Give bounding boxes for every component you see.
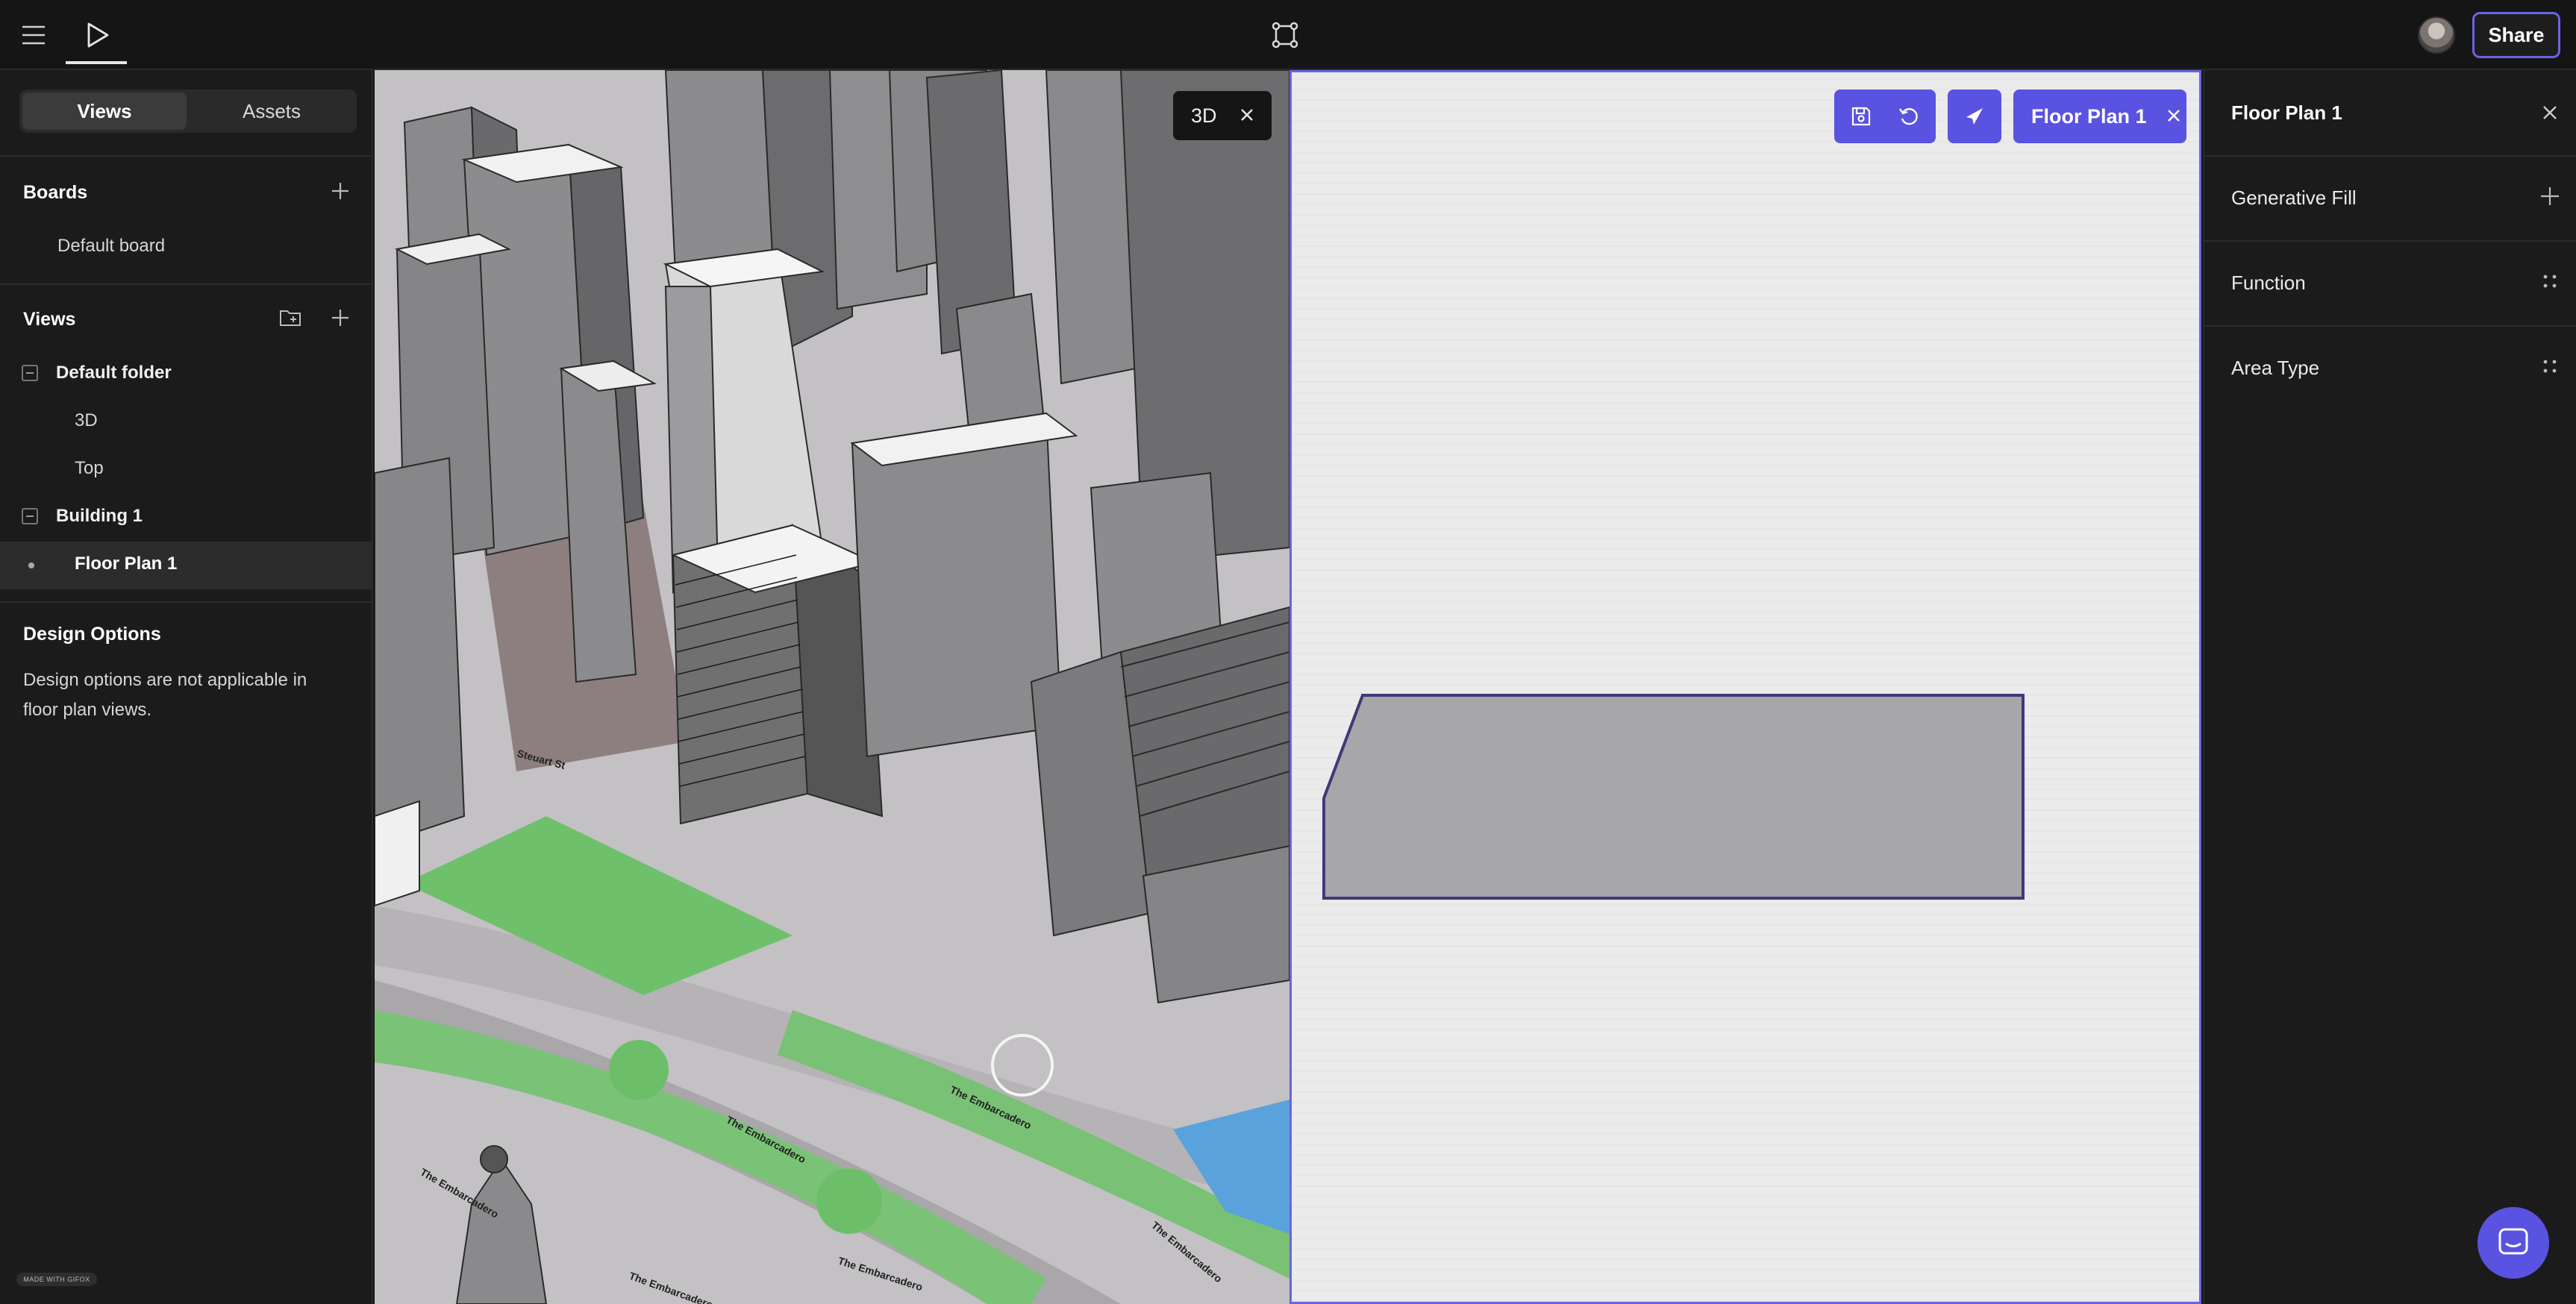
views-title: Views xyxy=(23,309,76,330)
share-button[interactable]: Share xyxy=(2472,12,2560,58)
design-options-title: Design Options xyxy=(23,624,161,645)
add-folder-icon[interactable] xyxy=(279,306,303,330)
drag-handle-icon[interactable] xyxy=(2537,269,2563,294)
chat-icon xyxy=(2498,1228,2528,1255)
frame-icon[interactable] xyxy=(1266,16,1304,54)
folder-default[interactable]: Default folder xyxy=(56,363,172,383)
view-item-3d[interactable]: 3D xyxy=(75,410,98,431)
save-icon[interactable] xyxy=(1842,97,1881,136)
divider xyxy=(0,155,373,157)
drag-handle-icon[interactable] xyxy=(2537,354,2563,379)
add-board-icon[interactable] xyxy=(328,179,352,203)
selected-dot xyxy=(28,562,34,568)
undo-icon[interactable] xyxy=(1889,97,1928,136)
divider xyxy=(2204,325,2576,327)
navigation-toolbar xyxy=(1948,90,2001,143)
right-panel: Floor Plan 1 Generative Fill Function Ar… xyxy=(2203,70,2576,1304)
section-generative-fill[interactable]: Generative Fill xyxy=(2231,186,2357,210)
left-panel: Views Assets Boards Default board Views … xyxy=(0,70,373,1304)
tab-floor-plan-label: Floor Plan 1 xyxy=(2031,104,2147,128)
tab-3d-view[interactable]: 3D xyxy=(1173,91,1272,140)
divider xyxy=(2204,240,2576,242)
section-area-type[interactable]: Area Type xyxy=(2231,357,2319,380)
collapse-building-icon[interactable] xyxy=(22,508,38,524)
menu-icon[interactable] xyxy=(15,16,52,54)
close-icon[interactable] xyxy=(1239,104,1254,128)
close-icon[interactable] xyxy=(2166,105,2181,128)
top-bar: Share xyxy=(0,0,2576,70)
design-options-text: Design options are not applicable in flo… xyxy=(23,665,307,725)
divider xyxy=(2204,155,2576,157)
folder-building-1[interactable]: Building 1 xyxy=(56,506,143,527)
city-3d-render: The Embarcadero The Embarcadero The Emba… xyxy=(375,70,1289,1304)
design-options-line-2: floor plan views. xyxy=(23,700,152,720)
view-item-floor-plan-1[interactable]: Floor Plan 1 xyxy=(75,554,177,574)
board-item-default[interactable]: Default board xyxy=(57,236,165,257)
divider xyxy=(0,283,373,285)
tab-assets[interactable]: Assets xyxy=(190,93,354,130)
chat-launcher-button[interactable] xyxy=(2477,1207,2549,1279)
add-view-icon[interactable] xyxy=(328,306,352,330)
made-with-badge: MADE WITH GIFOX xyxy=(16,1273,97,1286)
section-function[interactable]: Function xyxy=(2231,272,2306,295)
panel-title: Floor Plan 1 xyxy=(2231,101,2342,124)
boards-title: Boards xyxy=(23,182,88,203)
floor-plan-viewport[interactable] xyxy=(1289,70,2201,1304)
views-assets-toggle: Views Assets xyxy=(19,90,357,133)
play-icon[interactable] xyxy=(79,16,116,54)
3d-viewport[interactable]: The Embarcadero The Embarcadero The Emba… xyxy=(375,70,1289,1304)
view-item-top[interactable]: Top xyxy=(75,458,104,479)
add-generative-fill-icon[interactable] xyxy=(2537,184,2563,209)
floor-plan-shape[interactable] xyxy=(1322,694,2025,900)
save-undo-toolbar xyxy=(1834,90,1936,143)
avatar[interactable] xyxy=(2418,16,2455,54)
tab-floor-plan-1[interactable]: Floor Plan 1 xyxy=(2013,90,2186,143)
active-tab-underline xyxy=(66,61,127,64)
tab-3d-label: 3D xyxy=(1191,104,1217,127)
divider xyxy=(0,601,373,603)
close-panel-icon[interactable] xyxy=(2537,100,2563,125)
view-item-floor-plan-selected[interactable] xyxy=(0,542,372,589)
design-options-line-1: Design options are not applicable in xyxy=(23,670,307,690)
collapse-folder-icon[interactable] xyxy=(22,365,38,381)
tab-views[interactable]: Views xyxy=(22,93,187,130)
floor-plan-canvas xyxy=(1322,694,2025,900)
compass-icon[interactable] xyxy=(1955,97,1994,136)
